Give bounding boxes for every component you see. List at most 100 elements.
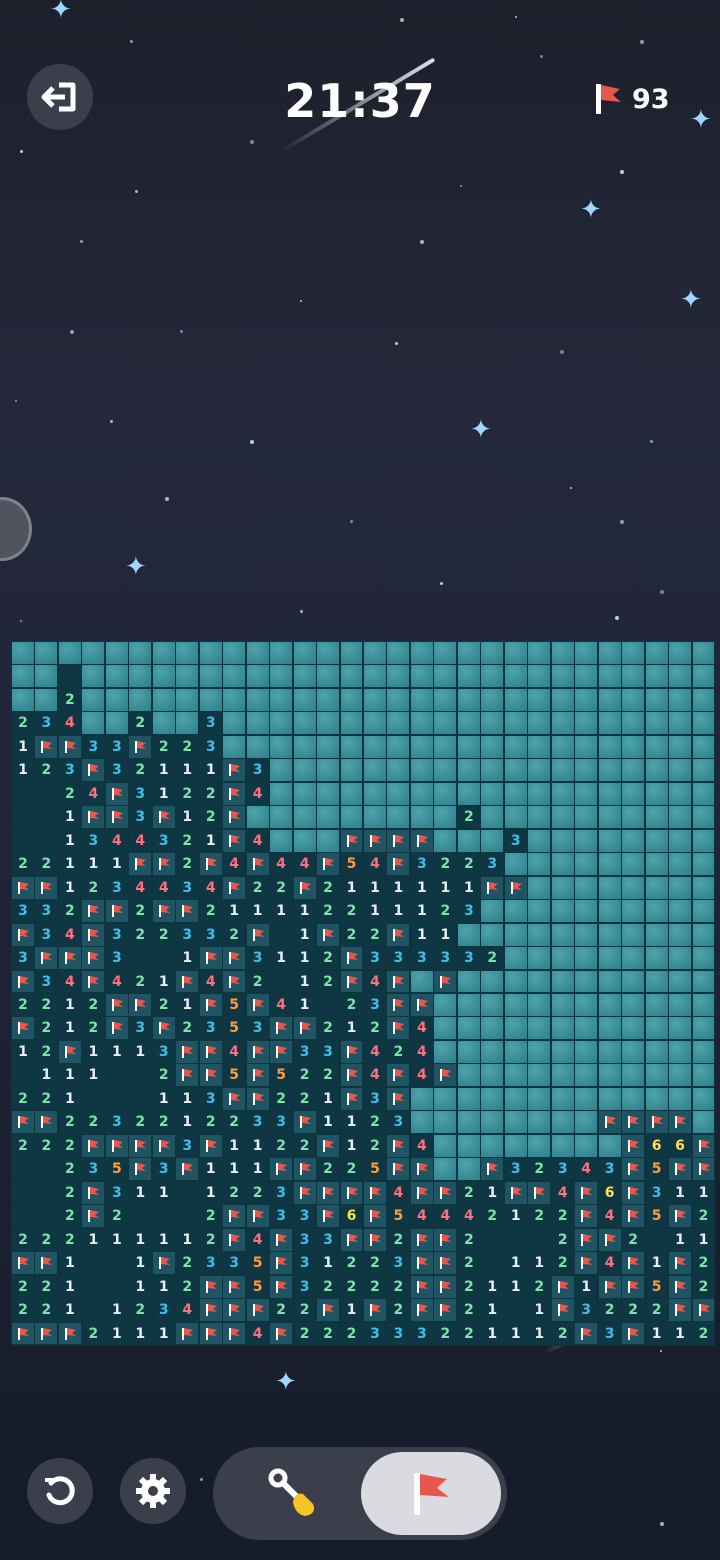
board-cell-number[interactable]: 2 bbox=[457, 1299, 480, 1322]
board-cell-covered[interactable] bbox=[434, 735, 457, 758]
board-cell-number[interactable]: 2 bbox=[692, 1252, 715, 1275]
board-cell-covered[interactable] bbox=[645, 970, 668, 993]
board-cell-number[interactable]: 2 bbox=[82, 876, 105, 899]
board-cell-covered[interactable] bbox=[457, 970, 480, 993]
board-cell-covered[interactable] bbox=[199, 688, 222, 711]
board-cell-covered[interactable] bbox=[598, 642, 621, 664]
board-cell-number[interactable]: 2 bbox=[12, 1228, 34, 1251]
board-cell-covered[interactable] bbox=[317, 829, 340, 852]
board-cell-covered[interactable] bbox=[528, 923, 551, 946]
board-cell-number[interactable]: 1 bbox=[58, 806, 81, 829]
board-cell-number[interactable]: 4 bbox=[457, 1205, 480, 1228]
board-cell-flagged[interactable] bbox=[270, 1322, 293, 1345]
board-cell-number[interactable]: 4 bbox=[129, 829, 152, 852]
board-cell-number[interactable]: 3 bbox=[364, 1322, 386, 1345]
board-cell-covered[interactable] bbox=[434, 688, 457, 711]
board-cell-number[interactable]: 2 bbox=[152, 735, 175, 758]
board-cell-number[interactable]: 2 bbox=[152, 1064, 175, 1087]
board-cell-number[interactable]: 2 bbox=[645, 1299, 668, 1322]
board-cell-flagged[interactable] bbox=[176, 1322, 199, 1345]
board-cell-empty[interactable] bbox=[481, 1228, 504, 1251]
board-cell-flagged[interactable] bbox=[223, 759, 246, 782]
board-cell-number[interactable]: 3 bbox=[199, 735, 222, 758]
board-cell-flagged[interactable] bbox=[410, 1181, 433, 1204]
board-cell-number[interactable]: 1 bbox=[58, 1087, 81, 1110]
board-cell-number[interactable]: 2 bbox=[58, 782, 81, 805]
board-cell-covered[interactable] bbox=[246, 712, 269, 735]
board-cell-number[interactable]: 1 bbox=[481, 1322, 504, 1345]
board-cell-covered[interactable] bbox=[575, 759, 598, 782]
board-cell-number[interactable]: 2 bbox=[528, 1158, 551, 1181]
flag-tool-button[interactable] bbox=[361, 1452, 501, 1535]
board-cell-number[interactable]: 1 bbox=[223, 1134, 246, 1157]
board-cell-covered[interactable] bbox=[481, 900, 504, 923]
board-cell-covered[interactable] bbox=[551, 1087, 574, 1110]
board-cell-flagged[interactable] bbox=[669, 1158, 692, 1181]
board-cell-covered[interactable] bbox=[575, 1040, 598, 1063]
board-cell-covered[interactable] bbox=[622, 712, 645, 735]
board-cell-number[interactable]: 3 bbox=[246, 1111, 269, 1134]
board-cell-covered[interactable] bbox=[551, 1111, 574, 1134]
board-cell-covered[interactable] bbox=[434, 1087, 457, 1110]
board-cell-number[interactable]: 4 bbox=[410, 1017, 433, 1040]
board-cell-number[interactable]: 2 bbox=[35, 1017, 58, 1040]
board-cell-flagged[interactable] bbox=[364, 1228, 386, 1251]
board-cell-covered[interactable] bbox=[551, 1134, 574, 1157]
board-cell-covered[interactable] bbox=[575, 994, 598, 1016]
board-cell-number[interactable]: 3 bbox=[270, 1181, 293, 1204]
board-cell-covered[interactable] bbox=[293, 665, 316, 688]
board-cell-number[interactable]: 2 bbox=[223, 923, 246, 946]
board-cell-number[interactable]: 3 bbox=[105, 1181, 128, 1204]
board-cell-number[interactable]: 2 bbox=[58, 1134, 81, 1157]
board-cell-covered[interactable] bbox=[692, 829, 715, 852]
board-cell-covered[interactable] bbox=[364, 806, 386, 829]
board-cell-covered[interactable] bbox=[504, 712, 527, 735]
board-cell-flagged[interactable] bbox=[35, 876, 58, 899]
board-cell-covered[interactable] bbox=[504, 688, 527, 711]
board-cell-number[interactable]: 1 bbox=[270, 900, 293, 923]
board-cell-number[interactable]: 3 bbox=[364, 947, 386, 970]
board-cell-covered[interactable] bbox=[575, 1017, 598, 1040]
board-cell-flagged[interactable] bbox=[223, 876, 246, 899]
board-cell-number[interactable]: 2 bbox=[317, 970, 340, 993]
board-cell-empty[interactable] bbox=[82, 1087, 105, 1110]
board-cell-flagged[interactable] bbox=[387, 994, 410, 1016]
board-cell-number[interactable]: 2 bbox=[129, 1299, 152, 1322]
board-cell-covered[interactable] bbox=[434, 1040, 457, 1063]
board-cell-covered[interactable] bbox=[317, 688, 340, 711]
board-cell-number[interactable]: 2 bbox=[340, 1252, 363, 1275]
board-cell-covered[interactable] bbox=[105, 688, 128, 711]
board-cell-number[interactable]: 1 bbox=[340, 1299, 363, 1322]
board-cell-covered[interactable] bbox=[176, 665, 199, 688]
board-cell-covered[interactable] bbox=[340, 806, 363, 829]
board-cell-number[interactable]: 2 bbox=[58, 1205, 81, 1228]
board-cell-number[interactable]: 5 bbox=[246, 1275, 269, 1298]
board-cell-flagged[interactable] bbox=[270, 1017, 293, 1040]
board-cell-covered[interactable] bbox=[528, 688, 551, 711]
board-cell-flagged[interactable] bbox=[176, 970, 199, 993]
board-cell-covered[interactable] bbox=[669, 735, 692, 758]
board-cell-covered[interactable] bbox=[692, 1040, 715, 1063]
board-cell-covered[interactable] bbox=[481, 970, 504, 993]
board-cell-covered[interactable] bbox=[387, 806, 410, 829]
board-cell-number[interactable]: 3 bbox=[105, 947, 128, 970]
board-cell-number[interactable]: 4 bbox=[223, 1040, 246, 1063]
board-cell-number[interactable]: 3 bbox=[317, 1040, 340, 1063]
board-cell-covered[interactable] bbox=[457, 994, 480, 1016]
board-cell-number[interactable]: 1 bbox=[293, 970, 316, 993]
board-cell-flagged[interactable] bbox=[12, 970, 34, 993]
board-cell-empty[interactable] bbox=[152, 1205, 175, 1228]
board-cell-covered[interactable] bbox=[481, 829, 504, 852]
board-cell-number[interactable]: 3 bbox=[457, 900, 480, 923]
board-cell-covered[interactable] bbox=[528, 735, 551, 758]
board-cell-covered[interactable] bbox=[504, 642, 527, 664]
board-cell-flagged[interactable] bbox=[223, 1322, 246, 1345]
board-cell-covered[interactable] bbox=[317, 782, 340, 805]
board-cell-covered[interactable] bbox=[575, 712, 598, 735]
board-cell-number[interactable]: 3 bbox=[293, 1252, 316, 1275]
board-cell-number[interactable]: 3 bbox=[35, 900, 58, 923]
board-cell-flagged[interactable] bbox=[575, 1322, 598, 1345]
board-cell-covered[interactable] bbox=[481, 665, 504, 688]
board-cell-covered[interactable] bbox=[598, 829, 621, 852]
board-cell-number[interactable]: 1 bbox=[199, 759, 222, 782]
